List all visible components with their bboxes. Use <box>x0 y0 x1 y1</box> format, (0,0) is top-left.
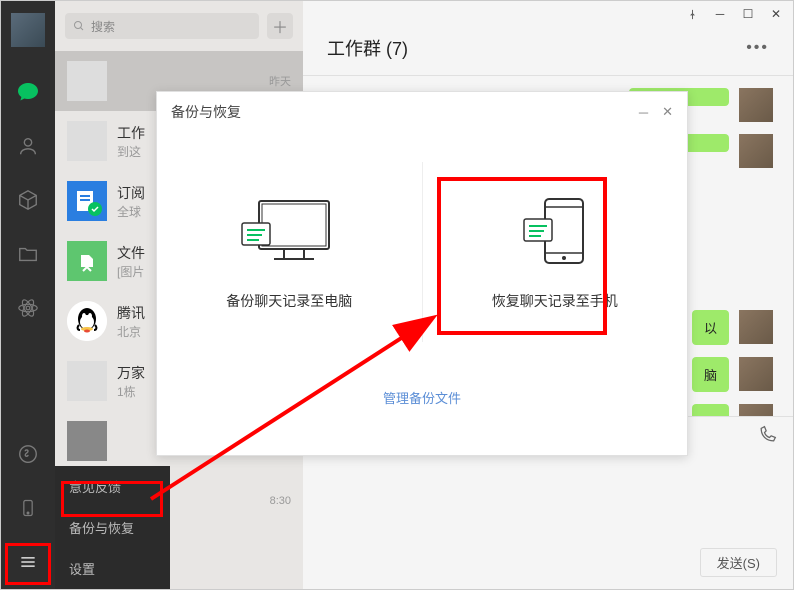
chat-time: 8:30 <box>270 495 291 507</box>
chat-icon[interactable] <box>15 79 41 105</box>
avatar-icon <box>67 421 107 461</box>
restore-label: 恢复聊天记录至手机 <box>492 291 618 311</box>
hamburger-icon[interactable] <box>15 549 41 575</box>
menu-backup[interactable]: 备份与恢复 <box>55 507 170 548</box>
miniprogram-icon[interactable] <box>15 441 41 467</box>
message-bubble: 以 <box>692 310 729 345</box>
monitor-icon <box>234 193 344 273</box>
nav-sidebar <box>1 1 55 589</box>
file-icon <box>67 241 107 281</box>
sender-avatar-icon[interactable] <box>739 404 773 416</box>
backup-label: 备份聊天记录至电脑 <box>226 291 352 311</box>
pin-icon[interactable] <box>685 7 699 21</box>
settings-menu: 意见反馈 备份与恢复 设置 <box>55 466 170 589</box>
sender-avatar-icon[interactable] <box>739 357 773 391</box>
menu-settings[interactable]: 设置 <box>55 548 170 589</box>
user-avatar[interactable] <box>11 13 45 47</box>
message-bubble: 到 <box>692 404 729 416</box>
cube-icon[interactable] <box>15 187 41 213</box>
dialog-title: 备份与恢复 <box>171 102 241 122</box>
add-button[interactable]: ＋ <box>267 13 293 39</box>
message-bubble: 脑 <box>692 357 729 392</box>
group-avatar-icon <box>67 121 107 161</box>
search-placeholder: 搜索 <box>91 18 115 35</box>
sender-avatar-icon[interactable] <box>739 134 773 168</box>
qq-icon <box>67 301 107 341</box>
send-button[interactable]: 发送(S) <box>700 548 777 577</box>
backup-dialog: 备份与恢复 ─ ✕ 备份聊天记录至电脑 <box>156 91 688 456</box>
window-controls: ─ ☐ ✕ <box>303 1 793 27</box>
chat-title: 工作群 (7) <box>327 35 408 61</box>
group-avatar-icon <box>67 361 107 401</box>
sender-avatar-icon[interactable] <box>739 88 773 122</box>
manage-backup-link[interactable]: 管理备份文件 <box>383 391 461 406</box>
maximize-icon[interactable]: ☐ <box>741 7 755 21</box>
contacts-icon[interactable] <box>15 133 41 159</box>
sender-avatar-icon[interactable] <box>739 310 773 344</box>
more-icon[interactable]: ••• <box>746 39 769 57</box>
atom-icon[interactable] <box>15 295 41 321</box>
dialog-close-icon[interactable]: ✕ <box>662 104 673 120</box>
backup-to-pc-option[interactable]: 备份聊天记录至电脑 <box>157 132 422 372</box>
phone-icon <box>510 193 600 273</box>
close-icon[interactable]: ✕ <box>769 7 783 21</box>
group-avatar-icon <box>67 61 107 101</box>
message-input[interactable] <box>303 458 793 548</box>
restore-to-phone-option[interactable]: 恢复聊天记录至手机 <box>423 132 688 372</box>
chat-time: 昨天 <box>269 73 291 89</box>
phone-icon[interactable] <box>15 495 41 521</box>
subscription-icon <box>67 181 107 221</box>
dialog-minimize-icon[interactable]: ─ <box>639 105 648 120</box>
folder-icon[interactable] <box>15 241 41 267</box>
search-input[interactable]: 搜索 <box>65 13 259 39</box>
call-icon[interactable] <box>757 425 777 450</box>
menu-feedback[interactable]: 意见反馈 <box>55 466 170 507</box>
minimize-icon[interactable]: ─ <box>713 7 727 21</box>
